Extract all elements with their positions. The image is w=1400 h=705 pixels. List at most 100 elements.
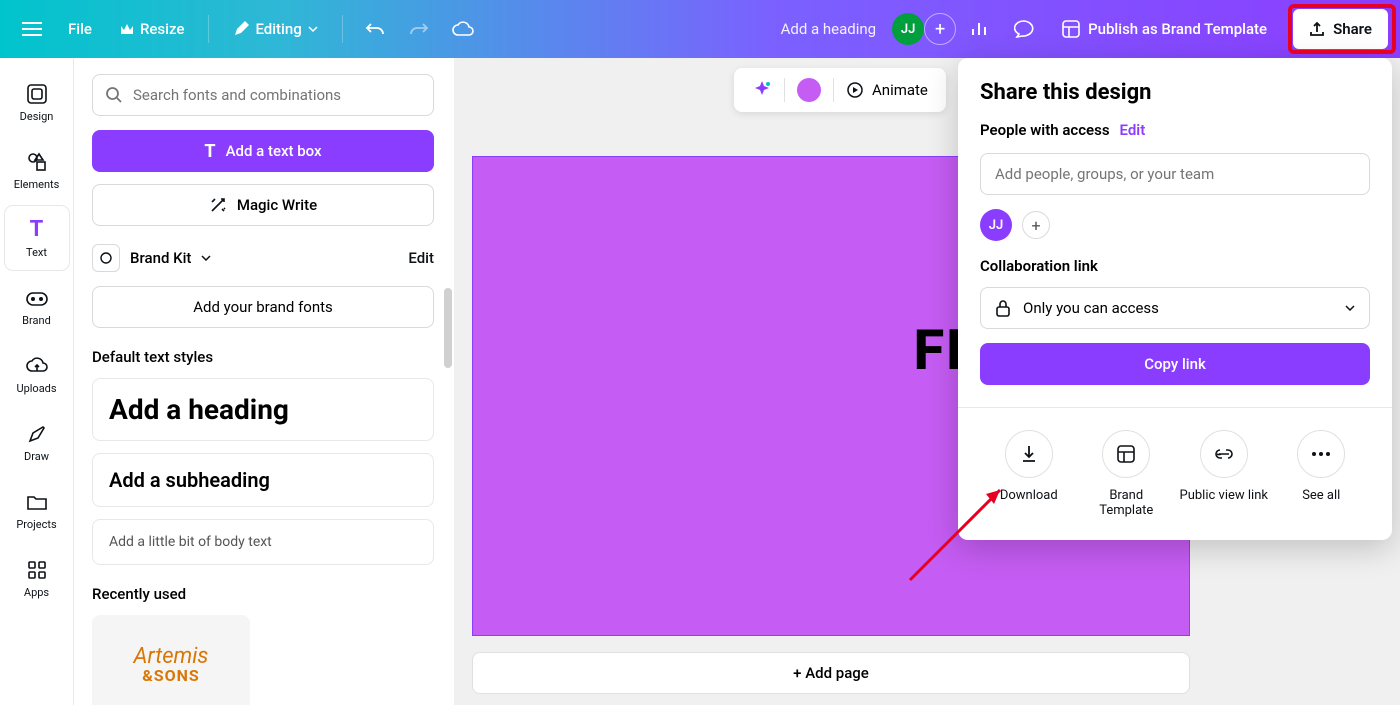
- access-select[interactable]: Only you can access: [980, 287, 1370, 329]
- add-heading-style[interactable]: Add a heading: [92, 378, 434, 441]
- share-popup-title: Share this design: [980, 80, 1370, 105]
- rail-projects[interactable]: Projects: [5, 478, 69, 542]
- rail-label: Apps: [24, 586, 49, 599]
- resize-label: Resize: [140, 20, 184, 38]
- divider: [208, 15, 209, 43]
- menu-icon: [22, 22, 42, 36]
- add-people-input[interactable]: Add people, groups, or your team: [980, 153, 1370, 195]
- resize-menu[interactable]: Resize: [108, 9, 196, 49]
- share-actions: Download Brand Template Public view link…: [980, 430, 1370, 518]
- share-avatar[interactable]: JJ: [980, 209, 1012, 241]
- heading-text: Add a heading: [109, 393, 417, 426]
- top-bar: File Resize Editing JJ + Publish as Bran…: [0, 0, 1400, 58]
- brand-icon: [25, 289, 49, 307]
- search-placeholder: Search fonts and combinations: [133, 86, 341, 104]
- add-subheading-style[interactable]: Add a subheading: [92, 453, 434, 507]
- chart-icon: [971, 21, 989, 37]
- comment-icon: [1014, 20, 1034, 38]
- share-add-person-button[interactable]: +: [1022, 211, 1050, 239]
- access-label: Only you can access: [1023, 299, 1333, 317]
- add-brand-fonts-button[interactable]: Add your brand fonts: [92, 286, 434, 328]
- brand-kit-row: Brand Kit Edit: [92, 244, 434, 272]
- rail-design[interactable]: Design: [5, 70, 69, 134]
- copy-link-button[interactable]: Copy link: [980, 343, 1370, 385]
- redo-button[interactable]: [399, 9, 439, 49]
- add-page-button[interactable]: + Add page: [472, 652, 1190, 694]
- rail-elements[interactable]: Elements: [5, 138, 69, 202]
- upload-icon: [1309, 21, 1325, 37]
- rail-text[interactable]: TText: [5, 206, 69, 270]
- undo-button[interactable]: [355, 9, 395, 49]
- rail-label: Elements: [14, 178, 60, 191]
- search-icon: [105, 86, 123, 104]
- text-icon: T: [204, 141, 215, 162]
- public-view-action[interactable]: Public view link: [1179, 430, 1269, 518]
- rail-apps[interactable]: Apps: [5, 546, 69, 610]
- template-icon: [1062, 20, 1080, 38]
- hamburger-menu-button[interactable]: [12, 9, 52, 49]
- cloud-icon: [452, 21, 474, 37]
- publish-brand-template-button[interactable]: Publish as Brand Template: [1048, 9, 1281, 49]
- rail-draw[interactable]: Draw: [5, 410, 69, 474]
- user-avatar[interactable]: JJ: [892, 13, 924, 45]
- brand-kit-icon[interactable]: [92, 244, 120, 272]
- animate-button[interactable]: Animate: [834, 68, 940, 112]
- magic-icon: [209, 196, 227, 214]
- magic-write-button[interactable]: Magic Write: [92, 184, 434, 226]
- divider: [342, 15, 343, 43]
- recent-line2: &SONS: [142, 668, 200, 684]
- lock-icon: [995, 299, 1011, 317]
- template-icon: [1117, 445, 1135, 463]
- chevron-down-icon: [308, 26, 318, 32]
- search-input[interactable]: Search fonts and combinations: [92, 74, 434, 116]
- download-action[interactable]: Download: [984, 430, 1074, 518]
- publish-label: Publish as Brand Template: [1088, 20, 1267, 38]
- cloud-upload-icon: [26, 357, 48, 375]
- people-edit-button[interactable]: Edit: [1120, 121, 1146, 139]
- add-text-box-button[interactable]: T Add a text box: [92, 130, 434, 172]
- recent-line1: Artemis: [134, 646, 209, 668]
- share-popup: Share this design People with access Edi…: [958, 58, 1392, 540]
- file-menu[interactable]: File: [56, 9, 104, 49]
- people-access-label: People with access: [980, 121, 1110, 139]
- brand-kit-edit-button[interactable]: Edit: [408, 249, 434, 267]
- link-icon: [1214, 448, 1234, 460]
- insights-button[interactable]: [960, 9, 1000, 49]
- sparkle-icon: [752, 80, 772, 100]
- divider: [958, 407, 1392, 408]
- brand-template-action[interactable]: Brand Template: [1081, 430, 1171, 518]
- editing-label: Editing: [255, 20, 301, 38]
- collab-link-label: Collaboration link: [980, 257, 1370, 275]
- comments-button[interactable]: [1004, 9, 1044, 49]
- design-title-input[interactable]: [487, 20, 888, 38]
- action-label: Brand Template: [1081, 488, 1171, 518]
- recent-font-thumbnail[interactable]: Artemis &SONS: [92, 615, 250, 705]
- rail-label: Projects: [16, 518, 56, 531]
- chevron-down-icon[interactable]: [201, 255, 211, 261]
- background-color-button[interactable]: [785, 68, 833, 112]
- scrollbar-thumb[interactable]: [444, 288, 452, 368]
- share-button[interactable]: Share: [1293, 9, 1388, 49]
- rail-uploads[interactable]: Uploads: [5, 342, 69, 406]
- text-side-panel: Search fonts and combinations T Add a te…: [74, 58, 454, 705]
- chevron-down-icon: [1345, 305, 1355, 311]
- animate-label: Animate: [872, 81, 928, 99]
- rail-label: Text: [26, 246, 47, 259]
- share-label: Share: [1333, 20, 1372, 38]
- animate-icon: [846, 81, 864, 99]
- folder-icon: [26, 493, 48, 511]
- rail-brand[interactable]: Brand: [5, 274, 69, 338]
- undo-icon: [365, 22, 385, 36]
- see-all-action[interactable]: See all: [1276, 430, 1366, 518]
- brand-kit-label: Brand Kit: [130, 249, 191, 267]
- add-body-style[interactable]: Add a little bit of body text: [92, 519, 434, 565]
- ai-tools-button[interactable]: [740, 68, 784, 112]
- magic-write-label: Magic Write: [237, 196, 317, 214]
- editing-mode-button[interactable]: Editing: [221, 9, 329, 49]
- rail-label: Uploads: [16, 382, 56, 395]
- dots-icon: [1312, 452, 1330, 456]
- crown-icon: [120, 23, 134, 35]
- cloud-sync-button[interactable]: [443, 9, 483, 49]
- add-member-button[interactable]: +: [924, 13, 956, 45]
- pencil-icon: [233, 21, 249, 37]
